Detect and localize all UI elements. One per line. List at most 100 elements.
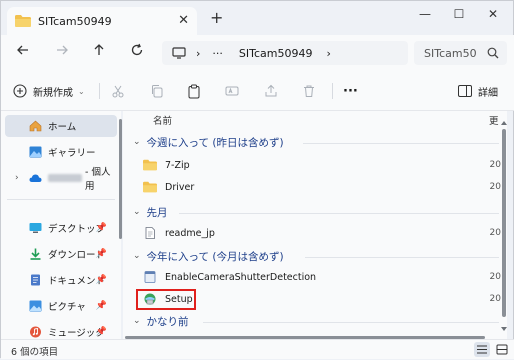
tab-bar: SITcam50949 ✕ + — ☐ ✕	[1, 1, 514, 35]
scroll-up-icon	[501, 121, 507, 125]
monitor-icon	[172, 47, 186, 59]
chevron-down-icon: ⌄	[133, 207, 141, 217]
scroll-thumb[interactable]	[502, 129, 506, 317]
group-label: 先月	[146, 206, 168, 219]
search-input[interactable]: SITcam50	[414, 41, 507, 65]
separator	[332, 83, 333, 99]
rename-icon	[225, 86, 239, 96]
paste-button[interactable]	[187, 81, 201, 101]
arrow-left-icon	[17, 45, 28, 55]
trash-icon	[304, 85, 314, 97]
documents-icon	[31, 274, 40, 286]
tiles-view-button[interactable]	[494, 342, 510, 357]
nav-item-onedrive[interactable]: › - 個人用	[5, 167, 117, 192]
share-icon	[265, 84, 277, 97]
new-button[interactable]: 新規作成 ⌄	[13, 81, 85, 101]
file-row[interactable]: readme_jp 20	[143, 223, 507, 243]
copy-icon	[152, 85, 163, 98]
explorer-window: SITcam50949 ✕ + — ☐ ✕ › ··· SITcam50949 …	[0, 0, 514, 359]
group-header-long-ago[interactable]: ⌄ かなり前	[133, 312, 189, 330]
nav-item-label: ギャラリー	[48, 148, 96, 159]
file-row-setup[interactable]: Setup 20	[143, 289, 507, 309]
group-header-this-year[interactable]: ⌄ 今年に入って (今月は含めず)	[133, 247, 284, 265]
group-label: 今年に入って (今月は含めず)	[146, 250, 284, 263]
separator	[99, 83, 100, 99]
nav-item-desktop[interactable]: デスクトップ 📌	[5, 217, 117, 239]
file-row[interactable]: EnableCameraShutterDetection 20	[143, 267, 507, 287]
file-row[interactable]: Driver 20	[143, 177, 507, 197]
cut-button[interactable]	[111, 81, 125, 101]
navigation-pane: ホーム ギャラリー › - 個人用 デスクトップ 📌 ダウンロード 📌 ドキュメ…	[1, 111, 121, 339]
pin-icon: 📌	[95, 249, 107, 259]
new-tab-button[interactable]: +	[210, 8, 223, 27]
forward-button[interactable]	[52, 43, 72, 63]
item-count: 6 個の項目	[11, 347, 59, 358]
nav-item-documents[interactable]: ドキュメント 📌	[5, 269, 117, 291]
group-label: 今週に入って (昨日は含めず)	[146, 136, 284, 149]
tab-sitcam[interactable]: SITcam50949 ✕	[7, 7, 197, 35]
details-view-button[interactable]	[474, 342, 490, 357]
setup-highlight-box	[136, 289, 196, 310]
copy-button[interactable]	[150, 81, 164, 101]
path-folder[interactable]: SITcam50949	[239, 47, 313, 60]
executable-icon	[144, 271, 156, 283]
group-header-last-month[interactable]: ⌄ 先月	[133, 203, 168, 221]
pin-icon: 📌	[95, 301, 107, 311]
chevron-right-icon: ›	[15, 173, 19, 183]
nav-item-downloads[interactable]: ダウンロード 📌	[5, 243, 117, 265]
chevron-right-icon: ›	[326, 46, 331, 60]
back-button[interactable]	[13, 43, 33, 63]
group-divider	[179, 213, 499, 214]
file-name: Driver	[165, 181, 195, 193]
arrow-right-icon	[57, 45, 68, 55]
search-icon	[487, 47, 499, 59]
chevron-down-icon: ⌄	[133, 137, 141, 147]
nav-item-home[interactable]: ホーム	[5, 115, 117, 137]
file-name: 7-Zip	[165, 159, 190, 171]
desktop-icon	[29, 223, 42, 233]
tab-title: SITcam50949	[38, 14, 112, 28]
close-tab-icon[interactable]: ✕	[178, 13, 189, 28]
list-view-icon	[477, 345, 487, 354]
download-icon	[30, 248, 41, 260]
account-name-blurred	[48, 174, 82, 182]
close-window-button[interactable]: ✕	[483, 4, 503, 24]
maximize-button[interactable]: ☐	[449, 4, 469, 24]
file-row[interactable]: 7-Zip 20	[143, 155, 507, 175]
group-header-this-week[interactable]: ⌄ 今週に入って (昨日は含めず)	[133, 133, 284, 151]
up-button[interactable]	[89, 43, 109, 63]
address-bar[interactable]: › ··· SITcam50949 ›	[162, 41, 408, 65]
content-scrollbar[interactable]	[499, 119, 509, 333]
nav-divider	[7, 199, 115, 200]
minimize-button[interactable]: —	[415, 4, 435, 24]
nav-item-label: - 個人用	[85, 167, 111, 192]
nav-item-label: ホーム	[48, 122, 77, 133]
arrow-up-icon	[94, 44, 104, 55]
details-pane-button[interactable]: 詳細	[458, 81, 498, 101]
rename-button[interactable]	[225, 81, 239, 101]
refresh-button[interactable]	[127, 43, 147, 63]
plus-circle-icon	[13, 84, 27, 98]
document-icon	[145, 227, 155, 239]
chevron-down-icon: ⌄	[78, 86, 85, 96]
nav-item-gallery[interactable]: ギャラリー	[5, 141, 117, 163]
grid-view-icon	[496, 344, 508, 355]
column-header-name[interactable]: 名前	[153, 113, 172, 127]
address-toolbar: › ··· SITcam50949 › SITcam50	[1, 35, 514, 71]
pin-icon: 📌	[95, 327, 107, 337]
delete-button[interactable]	[302, 81, 316, 101]
nav-item-pictures[interactable]: ピクチャ 📌	[5, 295, 117, 317]
more-options-button[interactable]: ···	[343, 81, 358, 101]
pin-icon: 📌	[95, 223, 107, 233]
column-header-date[interactable]: 更	[489, 113, 499, 127]
path-ellipsis[interactable]: ···	[212, 47, 223, 60]
details-pane-icon	[458, 85, 472, 97]
details-label: 詳細	[478, 87, 498, 99]
scissors-icon	[112, 85, 124, 98]
folder-icon	[143, 181, 157, 193]
share-button[interactable]	[264, 81, 278, 101]
music-icon	[30, 326, 41, 338]
nav-scrollbar[interactable]	[119, 119, 122, 239]
gallery-icon	[29, 146, 42, 158]
group-divider	[203, 322, 499, 323]
